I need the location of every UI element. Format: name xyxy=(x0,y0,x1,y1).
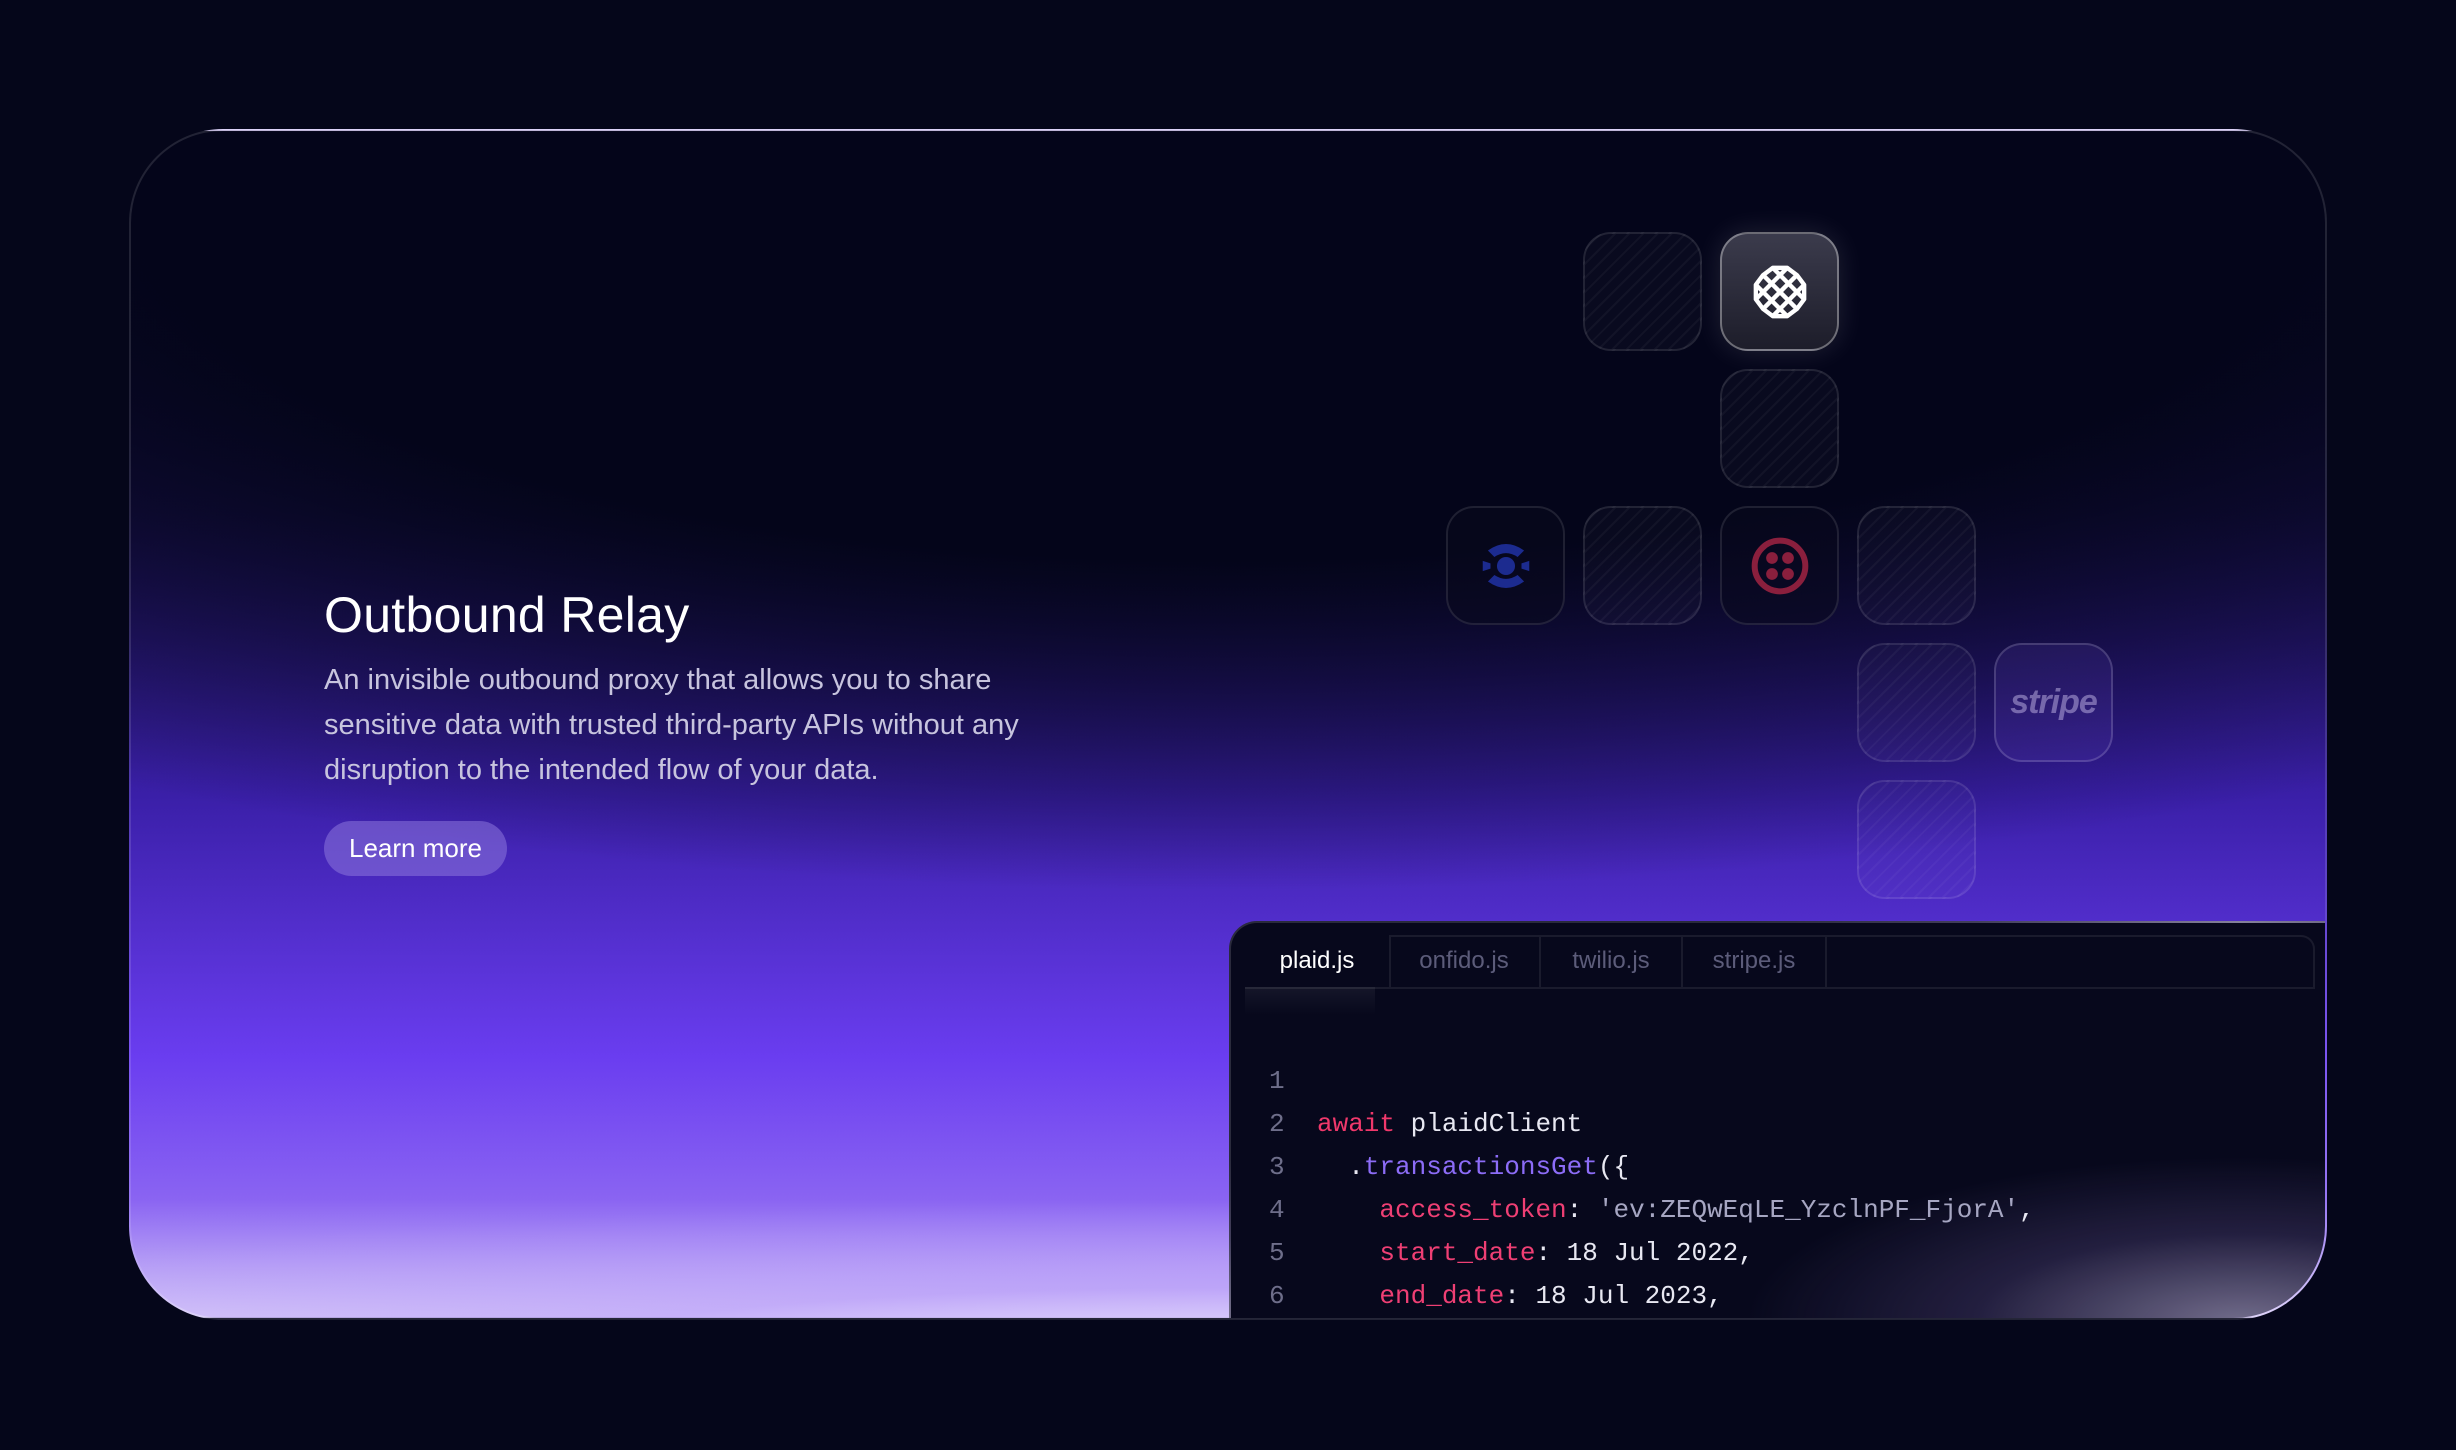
code-line: 6 }); xyxy=(1231,1232,1356,1311)
onfido-logo-icon xyxy=(1482,543,1529,588)
code-line: 5 end_date: 18 Jul 2023, xyxy=(1231,1189,1723,1311)
empty-tile xyxy=(1857,643,1976,762)
code-token: : 18 Jul 2023, xyxy=(1504,1281,1723,1311)
code-token: 'ev:ZEQwEqLE_YzclnPF_FjorA' xyxy=(1597,1195,2020,1225)
feature-card: Outbound Relay An invisible outbound pro… xyxy=(129,129,2327,1320)
tile-stripe[interactable]: stripe xyxy=(1994,643,2113,762)
tab-plaid-js[interactable]: plaid.js xyxy=(1245,935,1389,987)
empty-tile xyxy=(1583,506,1702,625)
code-token: , xyxy=(2019,1195,2035,1225)
tile-twilio[interactable] xyxy=(1720,506,1839,625)
stripe-wordmark: stripe xyxy=(2010,683,2098,721)
code-line: 4 start_date: 18 Jul 2022, xyxy=(1231,1146,1754,1268)
hero-description: An invisible outbound proxy that allows … xyxy=(324,664,1019,786)
code-line: 3 access_token: 'ev:ZEQwEqLE_YzclnPF_Fjo… xyxy=(1231,1103,2035,1225)
code-token: plaidClient xyxy=(1395,1109,1583,1139)
hero-section: Outbound Relay An invisible outbound pro… xyxy=(324,586,1084,876)
code-block: 1 await plaidClient 2 .transactionsGet({… xyxy=(1231,1017,2035,1311)
empty-tile xyxy=(1857,506,1976,625)
tab-twilio-js[interactable]: twilio.js xyxy=(1541,935,1681,987)
code-token: : 18 Jul 2022, xyxy=(1535,1238,1754,1268)
code-token: ({ xyxy=(1597,1152,1630,1182)
learn-more-button[interactable]: Learn more xyxy=(324,821,507,876)
active-tab-indicator xyxy=(1245,987,1375,1015)
empty-tile xyxy=(1857,780,1976,899)
page-title: Outbound Relay xyxy=(324,587,690,643)
code-tabs: plaid.js onfido.js twilio.js stripe.js xyxy=(1245,935,2315,989)
tile-plaid[interactable] xyxy=(1720,232,1839,351)
tab-stripe-js[interactable]: stripe.js xyxy=(1683,935,1825,987)
empty-tile xyxy=(1720,369,1839,488)
code-token: : xyxy=(1566,1195,1598,1225)
empty-tile xyxy=(1583,232,1702,351)
code-panel: plaid.js onfido.js twilio.js stripe.js 1… xyxy=(1229,921,2325,1318)
twilio-logo-icon xyxy=(1751,537,1808,594)
line-number: 6 xyxy=(1269,1281,1285,1311)
tab-divider xyxy=(1825,937,1827,987)
code-token: transactionsGet xyxy=(1363,1152,1598,1182)
code-line: 1 await plaidClient xyxy=(1231,1017,1582,1139)
tile-onfido[interactable] xyxy=(1446,506,1565,625)
code-line: 2 .transactionsGet({ xyxy=(1231,1060,1629,1182)
tab-onfido-js[interactable]: onfido.js xyxy=(1389,935,1539,987)
plaid-logo-icon xyxy=(1753,265,1806,318)
